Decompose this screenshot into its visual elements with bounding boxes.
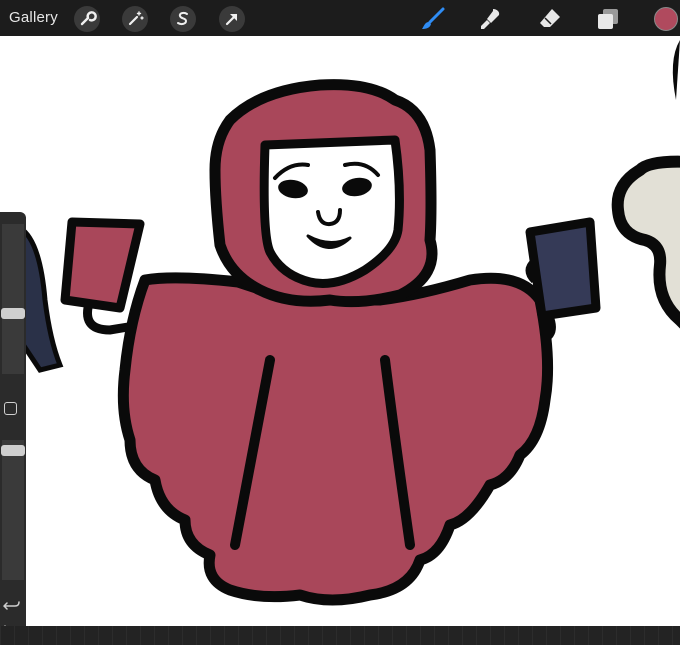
undo-icon[interactable] bbox=[2, 598, 21, 612]
magic-wand-icon[interactable] bbox=[122, 6, 148, 32]
brush-icon[interactable] bbox=[419, 5, 447, 33]
gallery-button[interactable]: Gallery bbox=[9, 9, 58, 26]
transform-arrow-icon[interactable] bbox=[219, 6, 245, 32]
selection-s-icon[interactable] bbox=[170, 6, 196, 32]
layers-icon[interactable] bbox=[594, 5, 622, 33]
sidebar bbox=[0, 212, 26, 634]
brush-size-handle[interactable] bbox=[1, 308, 25, 319]
right-book bbox=[525, 217, 601, 321]
opacity-handle[interactable] bbox=[1, 445, 25, 456]
opacity-slider[interactable] bbox=[2, 440, 24, 580]
color-picker-button[interactable] bbox=[654, 7, 678, 31]
drawing-canvas[interactable] bbox=[0, 36, 680, 626]
wrench-icon[interactable] bbox=[74, 6, 100, 32]
mask-face bbox=[259, 135, 404, 288]
top-toolbar: Gallery bbox=[0, 0, 680, 36]
eraser-icon[interactable] bbox=[536, 5, 564, 33]
smudge-icon[interactable] bbox=[477, 5, 505, 33]
bottom-ruler bbox=[0, 626, 680, 645]
right-figure-partial bbox=[611, 40, 680, 329]
left-book bbox=[60, 217, 145, 313]
modify-square-icon[interactable] bbox=[4, 402, 17, 415]
robe bbox=[117, 272, 554, 606]
brush-size-slider[interactable] bbox=[2, 224, 24, 374]
